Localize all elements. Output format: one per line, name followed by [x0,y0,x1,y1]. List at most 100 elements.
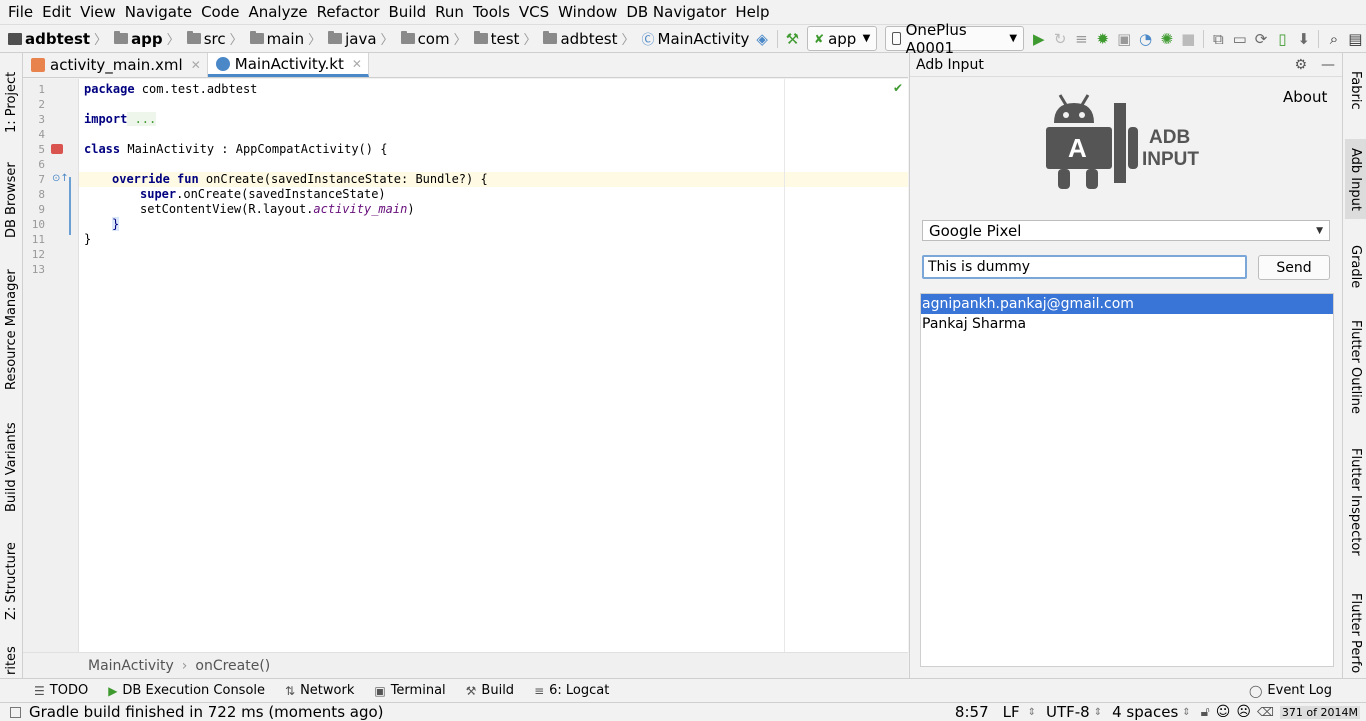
kotlin-class-icon: Ⓒ [641,33,655,48]
breadcrumb-mainactivity[interactable]: Ⓒ MainActivity [641,29,750,49]
tool-tab-project[interactable]: 1: Project [1,61,22,143]
tool-db-execution-console[interactable]: ▶ DB Execution Console [108,683,265,698]
avd-manager-icon[interactable]: ▭ [1230,28,1249,50]
coverage-icon[interactable]: ▣ [1114,28,1133,50]
terminal-icon: ▣ [374,683,386,698]
override-marker-icon[interactable]: ⊙↑ [52,173,69,184]
menu-view[interactable]: View [76,3,120,21]
menu-window[interactable]: Window [554,3,621,21]
gear-icon[interactable]: ⚙ [1294,57,1307,73]
code-line-6: class MainActivity : AppCompatActivity()… [84,142,388,156]
gradle-sync-icon[interactable]: ⟳ [1251,28,1270,50]
caret-position[interactable]: 8:57 [955,703,989,721]
file-encoding[interactable]: UTF-8 [1046,703,1090,721]
device-select[interactable]: OnePlus A0001 ▼ [885,21,1025,57]
close-icon[interactable]: ✕ [191,58,201,72]
tool-tab-flutter-inspector[interactable]: Flutter Inspector [1345,443,1366,561]
run-icon[interactable]: ▶ [1029,28,1048,50]
status-message[interactable]: Gradle build finished in 722 ms (moments… [29,703,384,721]
lock-icon[interactable]: 🔓︎ [1201,704,1210,720]
menu-refactor[interactable]: Refactor [313,3,384,21]
menu-code[interactable]: Code [197,3,243,21]
toggle-panels-icon[interactable] [10,706,21,718]
history-item[interactable]: agnipankh.pankaj@gmail.com [921,294,1333,314]
tool-tab-flutter-outline[interactable]: Flutter Outline [1345,315,1366,419]
breadcrumb-src[interactable]: src 〉 [186,29,248,48]
editor-gutter: 1 2 3 4 5 6 7 8 9 10 11 12 13 ⊙↑ [23,79,79,652]
tab-mainactivity-kt[interactable]: MainActivity.kt ✕ [207,53,369,77]
menu-navigate[interactable]: Navigate [121,3,196,21]
sync-project-icon[interactable]: ⧉ [1209,28,1228,50]
tool-tab-fabric[interactable]: Fabric [1345,59,1366,121]
line-number: 10 [31,218,45,231]
sdk-manager-icon[interactable]: ⬇ [1294,28,1313,50]
breadcrumb-adbtest[interactable]: adbtest 〉 [543,29,639,48]
menu-tools[interactable]: Tools [469,3,514,21]
line-separator[interactable]: LF [1003,703,1020,721]
tool-tab-favorites[interactable]: rites [1,643,22,678]
tool-build[interactable]: ⚒ Build [466,683,514,698]
editor-breadcrumb: MainActivity › onCreate() [23,652,908,678]
tool-tab-structure[interactable]: Z: Structure [1,539,22,623]
tool-logcat[interactable]: ≡ 6: Logcat [534,683,609,698]
tab-activity-main-xml[interactable]: activity_main.xml ✕ [23,53,208,77]
profile-icon[interactable]: ◔ [1136,28,1155,50]
line-number: 9 [38,203,45,216]
menu-file[interactable]: File [4,3,37,21]
adb-panel-header: Adb Input ⚙ — [910,53,1343,77]
send-button[interactable]: Send [1258,255,1330,280]
tool-tab-db-browser[interactable]: DB Browser [1,155,22,245]
indent-setting[interactable]: 4 spaces [1112,703,1178,721]
breadcrumb-java[interactable]: java 〉 [328,29,398,48]
debug-icon[interactable]: ✹ [1093,28,1112,50]
tool-tab-flutter-performance[interactable]: Flutter Perfo [1345,589,1366,678]
happy-face-icon[interactable]: ☺ [1216,704,1231,720]
layers-icon[interactable]: ◈ [752,28,771,50]
menu-analyze[interactable]: Analyze [244,3,311,21]
attach-debugger-icon[interactable]: ✺ [1157,28,1176,50]
class-run-icon[interactable] [51,144,63,154]
tool-terminal[interactable]: ▣ Terminal [374,683,445,698]
breadcrumb-main[interactable]: main 〉 [249,29,327,48]
memory-indicator[interactable]: 371 of 2014M [1279,705,1360,719]
tool-network[interactable]: ⇅ Network [285,683,354,698]
menu-vcs[interactable]: VCS [515,3,553,21]
menu-edit[interactable]: Edit [38,3,75,21]
hammer-icon[interactable]: ⚒ [783,28,802,50]
adb-text-input[interactable] [922,255,1247,279]
tool-tab-resource-manager[interactable]: Resource Manager [1,265,22,395]
sad-face-icon[interactable]: ☹ [1236,704,1251,720]
folder-icon [186,31,201,44]
line-number: 12 [31,248,45,261]
tool-tab-gradle[interactable]: Gradle [1345,237,1366,297]
apply-changes-icon[interactable]: ≡ [1072,28,1091,50]
history-item[interactable]: Pankaj Sharma [921,314,1333,334]
breadcrumb-project[interactable]: adbtest 〉 [8,29,112,48]
breadcrumb-com[interactable]: com 〉 [400,29,472,48]
breadcrumb-app[interactable]: app 〉 [114,29,185,48]
menu-help[interactable]: Help [731,3,773,21]
menu-db-navigator[interactable]: DB Navigator [622,3,730,21]
tool-tab-build-variants[interactable]: Build Variants [1,417,22,517]
stop-icon[interactable]: ■ [1179,28,1198,50]
menu-run[interactable]: Run [431,3,468,21]
search-icon[interactable]: ⌕ [1324,28,1343,50]
menu-build[interactable]: Build [385,3,431,21]
tool-tab-adb-input[interactable]: Adb Input [1345,139,1366,219]
trash-icon[interactable]: ⌫ [1257,705,1274,719]
close-icon[interactable]: ✕ [352,57,362,71]
tool-todo[interactable]: ☰ TODO [34,683,88,698]
breadcrumb-class[interactable]: MainActivity [88,658,174,674]
rerun-icon[interactable]: ↻ [1050,28,1069,50]
minimize-icon[interactable]: — [1321,57,1335,73]
about-link[interactable]: About [1283,88,1327,106]
device-dropdown[interactable]: Google Pixel ▼ [922,220,1330,241]
breadcrumb-test[interactable]: test 〉 [473,29,542,48]
device-manager-icon[interactable]: ▯ [1273,28,1292,50]
breadcrumb-method[interactable]: onCreate() [195,658,270,674]
svg-text:A: A [1068,133,1087,163]
layout-icon[interactable]: ▤ [1346,28,1365,50]
tool-event-log[interactable]: ◯ Event Log [1249,683,1332,698]
code-editor[interactable]: 1 2 3 4 5 6 7 8 9 10 11 12 13 ⊙↑ ✔ packa… [23,79,908,652]
run-config-select[interactable]: ✘ app ▼ [807,26,878,51]
